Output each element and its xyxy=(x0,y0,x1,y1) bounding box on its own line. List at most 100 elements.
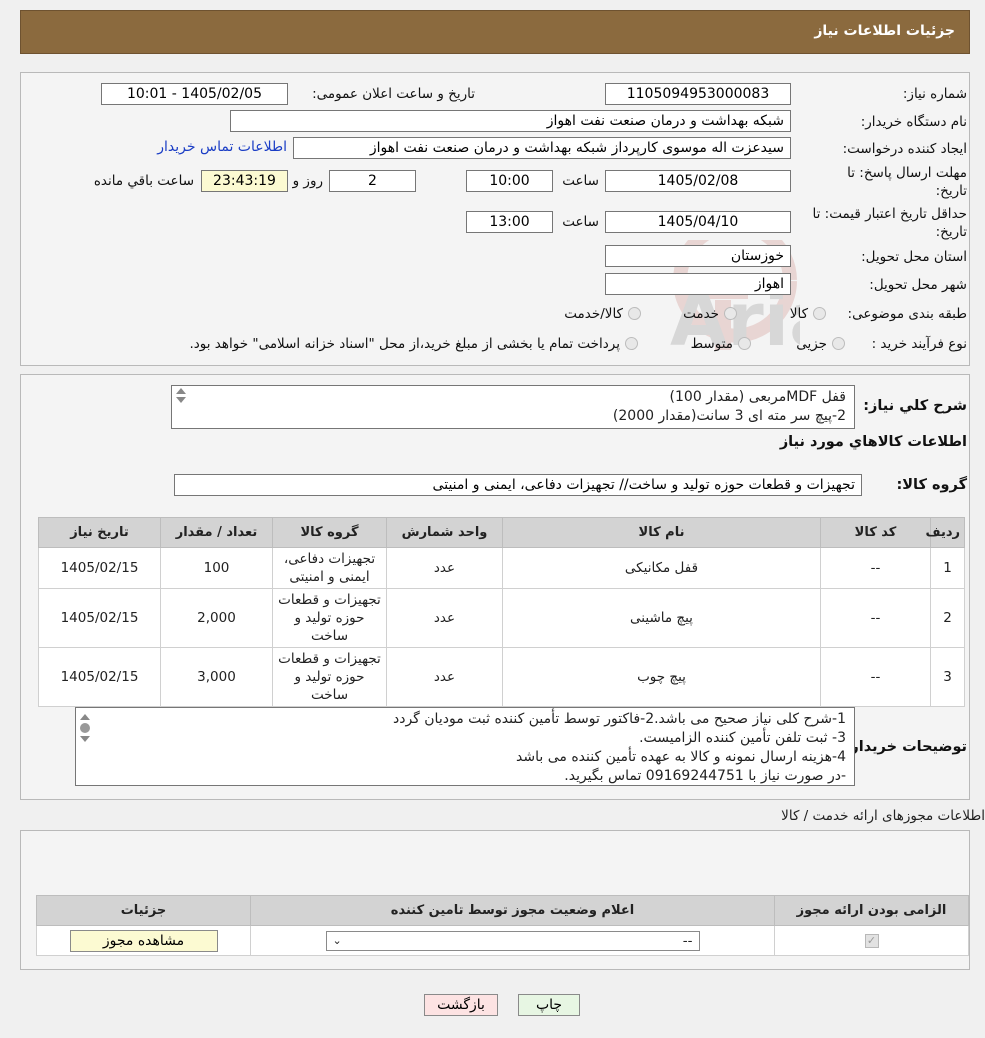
category-radio-goods[interactable] xyxy=(813,307,826,320)
deadline-time-label: ساعت xyxy=(562,173,599,189)
col-permit-status: اعلام وضعیت مجوز توسط تامین کننده xyxy=(250,895,775,926)
creator-label: ایجاد کننده درخواست: xyxy=(842,141,967,157)
cell-permit-details: مشاهده مجوز xyxy=(36,925,251,956)
days-remaining-field: 2 xyxy=(329,170,416,192)
need-number-field: 1105094953000083 xyxy=(605,83,791,105)
cell-name: پیچ چوب xyxy=(502,647,821,707)
col-date: تاریخ نیاز xyxy=(38,517,161,548)
validity-time-field: 13:00 xyxy=(466,211,553,233)
buyer-notes-line-2: 3- ثبت تلفن تأمین کننده الزامیست. xyxy=(639,730,846,746)
description-line-2: 2-پیچ سر مته ای 3 سانت(مقدار 2000) xyxy=(612,408,846,424)
time-remaining-field: 23:43:19 xyxy=(201,170,288,192)
deadline-date-field: 1405/02/08 xyxy=(605,170,791,192)
description-scrollbar[interactable] xyxy=(172,386,190,403)
cell-date: 1405/02/15 xyxy=(38,588,161,648)
cell-date: 1405/02/15 xyxy=(38,647,161,707)
col-qty: تعداد / مقدار xyxy=(160,517,273,548)
scroll-up-icon[interactable] xyxy=(80,714,90,720)
cell-date: 1405/02/15 xyxy=(38,547,161,589)
validity-time-label: ساعت xyxy=(562,214,599,230)
cell-unit: عدد xyxy=(386,547,503,589)
category-option-service: خدمت xyxy=(683,306,719,322)
goods-table: رديف کد کالا نام کالا واحد شمارش گروه کا… xyxy=(38,517,965,707)
table-row: 1 -- قفل مکانیکی عدد تجهیزات دفاعی، ایمن… xyxy=(38,547,965,589)
buyer-notes-line-3: 4-هزینه ارسال نمونه و کالا به عهده تأمین… xyxy=(516,749,846,765)
page-title: جزئیات اطلاعات نیاز xyxy=(814,23,955,39)
cell-name: پیچ ماشینی xyxy=(502,588,821,648)
cell-qty: 2,000 xyxy=(160,588,273,648)
print-button[interactable]: چاپ xyxy=(518,994,580,1016)
cell-unit: عدد xyxy=(386,588,503,648)
deadline-label-date: تاریخ: xyxy=(935,183,967,199)
permits-title: اطلاعات مجوزهای ارائه خدمت / کالا xyxy=(781,808,985,824)
creator-field: سیدعزت اله موسوی کارپرداز شبکه بهداشت و … xyxy=(293,137,791,159)
col-permit-details: جزئیات xyxy=(36,895,251,926)
col-group: گروه کالا xyxy=(272,517,387,548)
buyer-org-label: نام دستگاه خریدار: xyxy=(860,114,967,130)
purchase-radio-medium[interactable] xyxy=(738,337,751,350)
category-radio-both[interactable] xyxy=(628,307,641,320)
validity-date-field: 1405/04/10 xyxy=(605,211,791,233)
description-label: شرح کلي نياز: xyxy=(863,398,967,414)
deadline-label: مهلت ارسال پاسخ: تا xyxy=(847,165,967,181)
table-row: 3 -- پیچ چوب عدد تجهیزات و قطعات حوزه تو… xyxy=(38,647,965,707)
cell-row: 1 xyxy=(930,547,965,589)
category-label: طبقه بندی موضوعی: xyxy=(847,306,967,322)
cell-group: تجهیزات دفاعی، ایمنی و امنیتی xyxy=(272,547,387,589)
col-name: نام کالا xyxy=(502,517,821,548)
scroll-down-icon[interactable] xyxy=(80,736,90,742)
category-option-goods: کالا xyxy=(789,306,808,322)
cell-code: -- xyxy=(820,547,931,589)
goods-group-label: گروه کالا: xyxy=(896,477,967,493)
description-textarea[interactable]: قفل MDFمربعی (مقدار 100) 2-پیچ سر مته ای… xyxy=(171,385,855,429)
announce-label: تاریخ و ساعت اعلان عمومی: xyxy=(312,86,475,102)
view-permit-button[interactable]: مشاهده مجوز xyxy=(69,929,218,952)
permit-status-select[interactable]: -- ⌄ xyxy=(325,930,700,951)
purchase-type-label: نوع فرآیند خرید : xyxy=(871,336,967,352)
category-option-both: کالا/خدمت xyxy=(564,306,623,322)
cell-qty: 3,000 xyxy=(160,647,273,707)
validity-label: حداقل تاریخ اعتبار قیمت: تا xyxy=(812,206,967,222)
required-checkbox[interactable]: ✓ xyxy=(864,933,879,948)
purchase-checkbox-treasury[interactable] xyxy=(625,337,638,350)
col-code: کد کالا xyxy=(820,517,931,548)
buyer-notes-scrollbar[interactable] xyxy=(76,712,94,742)
buyer-notes-label: توضیحات خریدار: xyxy=(844,739,967,755)
col-unit: واحد شمارش xyxy=(386,517,503,548)
buyer-contact-link[interactable]: اطلاعات تماس خریدار xyxy=(157,139,287,155)
remaining-label: ساعت باقي مانده xyxy=(93,173,194,189)
permits-table: الزامی بودن ارائه مجوز اعلام وضعیت مجوز … xyxy=(36,895,969,956)
cell-code: -- xyxy=(820,647,931,707)
deadline-time-field: 10:00 xyxy=(466,170,553,192)
province-field: خوزستان xyxy=(605,245,791,267)
cell-row: 3 xyxy=(930,647,965,707)
cell-group: تجهیزات و قطعات حوزه تولید و ساخت xyxy=(272,647,387,707)
buyer-notes-line-4: -در صورت نیاز با 09169244751 تماس بگیرید… xyxy=(564,768,846,784)
goods-group-field: تجهیزات و قطعات حوزه تولید و ساخت// تجهی… xyxy=(174,474,862,496)
purchase-radio-partial[interactable] xyxy=(832,337,845,350)
scroll-up-icon[interactable] xyxy=(176,388,186,394)
category-radio-service[interactable] xyxy=(724,307,737,320)
goods-section-title: اطلاعات کالاهاي مورد نياز xyxy=(779,434,967,450)
validity-label-date: تاریخ: xyxy=(935,224,967,240)
goods-table-header: رديف کد کالا نام کالا واحد شمارش گروه کا… xyxy=(38,517,965,548)
buyer-notes-textarea[interactable]: 1-شرح کلی نیاز صحیح می باشد.2-فاکتور توس… xyxy=(75,707,855,786)
scroll-down-icon[interactable] xyxy=(176,397,186,403)
chevron-down-icon: ⌄ xyxy=(332,933,342,947)
description-line-1: قفل MDFمربعی (مقدار 100) xyxy=(669,389,846,405)
cell-name: قفل مکانیکی xyxy=(502,547,821,589)
back-button[interactable]: بازگشت xyxy=(424,994,498,1016)
col-row: رديف xyxy=(925,517,965,548)
scroll-thumb[interactable] xyxy=(80,723,90,733)
cell-group: تجهیزات و قطعات حوزه تولید و ساخت xyxy=(272,588,387,648)
cell-qty: 100 xyxy=(160,547,273,589)
cell-permit-required: ✓ xyxy=(774,925,969,956)
city-field: اهواز xyxy=(605,273,791,295)
buyer-notes-line-1: 1-شرح کلی نیاز صحیح می باشد.2-فاکتور توس… xyxy=(392,711,846,727)
table-row: 2 -- پیچ ماشینی عدد تجهیزات و قطعات حوزه… xyxy=(38,588,965,648)
province-label: استان محل تحویل: xyxy=(861,249,967,265)
purchase-option-medium: متوسط xyxy=(690,336,733,352)
cell-code: -- xyxy=(820,588,931,648)
days-and-label: روز و xyxy=(292,173,323,189)
permit-status-value: -- xyxy=(682,932,693,949)
